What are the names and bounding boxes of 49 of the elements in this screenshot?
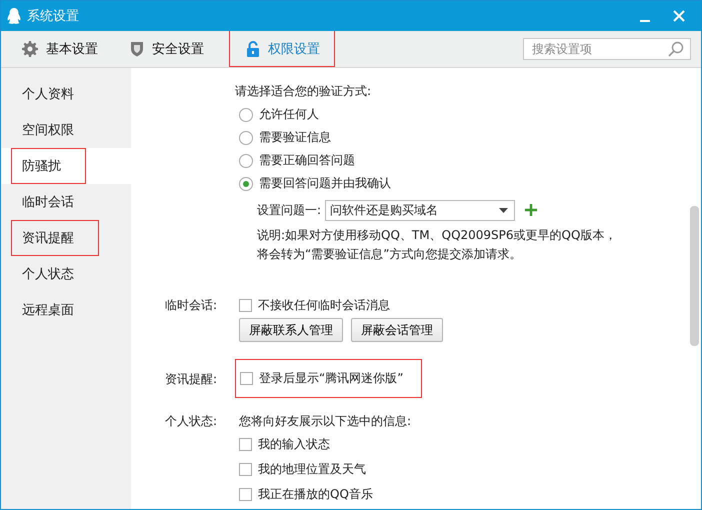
sidebar-item[interactable]: 临时会话 [1,184,131,220]
note-text: 说明:如果对方使用移动QQ、TM、QQ2009SP6或更早的QQ版本，将会转为“需要验证信息”方式向您提交添加请求。 [257,227,618,263]
search-box[interactable]: 搜索设置项 [523,38,691,60]
sidebar-item[interactable]: 防骚扰 [1,148,131,184]
settings-tab[interactable]: 安全设置 [123,31,219,67]
manage-button[interactable]: 屏蔽会话管理 [351,318,443,342]
sidebar-item[interactable]: 个人状态 [1,256,131,292]
checkbox-label: 我正在播放的QQ音乐 [258,486,373,503]
scrollbar-thumb[interactable] [690,206,699,346]
radio-button[interactable] [239,154,253,168]
radio-button[interactable] [239,108,253,122]
prompt-text: 请选择适合您的验证方式: [235,83,372,100]
gear-icon [22,40,38,56]
question-label: 设置问题一: [257,202,322,218]
checkbox[interactable] [239,463,252,476]
settings-tab[interactable]: 权限设置 [229,31,335,67]
checkbox[interactable] [240,372,253,385]
prompt-text: 您将向好友展示以下选中的信息: [239,413,412,430]
radio-button[interactable] [239,130,253,144]
section-label: 临时会话: [165,297,218,314]
manage-button[interactable]: 屏蔽联系人管理 [239,318,343,342]
window-title: 系统设置 [27,8,80,25]
close-icon [673,10,685,22]
option-label: 需要回答问题并由我确认 [259,175,391,192]
settings-tab[interactable]: 基本设置 [15,31,113,67]
sidebar-item[interactable]: 个人资料 [1,76,131,112]
radio-button[interactable] [239,176,253,190]
checkbox-label: 登录后显示“腾讯网迷你版” [259,370,404,387]
search-icon [668,41,684,57]
checkbox[interactable] [239,488,252,501]
sidebar-item[interactable]: 空间权限 [1,112,131,148]
shield-icon [130,40,144,56]
checkbox-label: 我的地理位置及天气 [258,461,366,478]
checkbox-label: 我的输入状态 [258,436,330,453]
minimize-icon [640,20,650,22]
plus-icon[interactable] [525,204,538,216]
option-label: 需要验证信息 [259,129,331,146]
lock-icon [246,40,260,56]
section-label: 资讯提醒: [165,370,218,388]
caret-icon [499,208,508,212]
option-label: 允许任何人 [259,106,319,123]
checkbox-label: 不接收任何临时会话消息 [258,296,390,314]
checkbox[interactable] [239,438,252,451]
penguin-icon [7,8,21,24]
option-label: 需要正确回答问题 [259,152,355,169]
checkbox[interactable] [239,298,252,312]
sidebar-item[interactable]: 远程桌面 [1,292,131,328]
question-dropdown[interactable]: 问软件还是购买域名 [325,200,516,220]
section-label: 个人状态: [165,413,218,430]
